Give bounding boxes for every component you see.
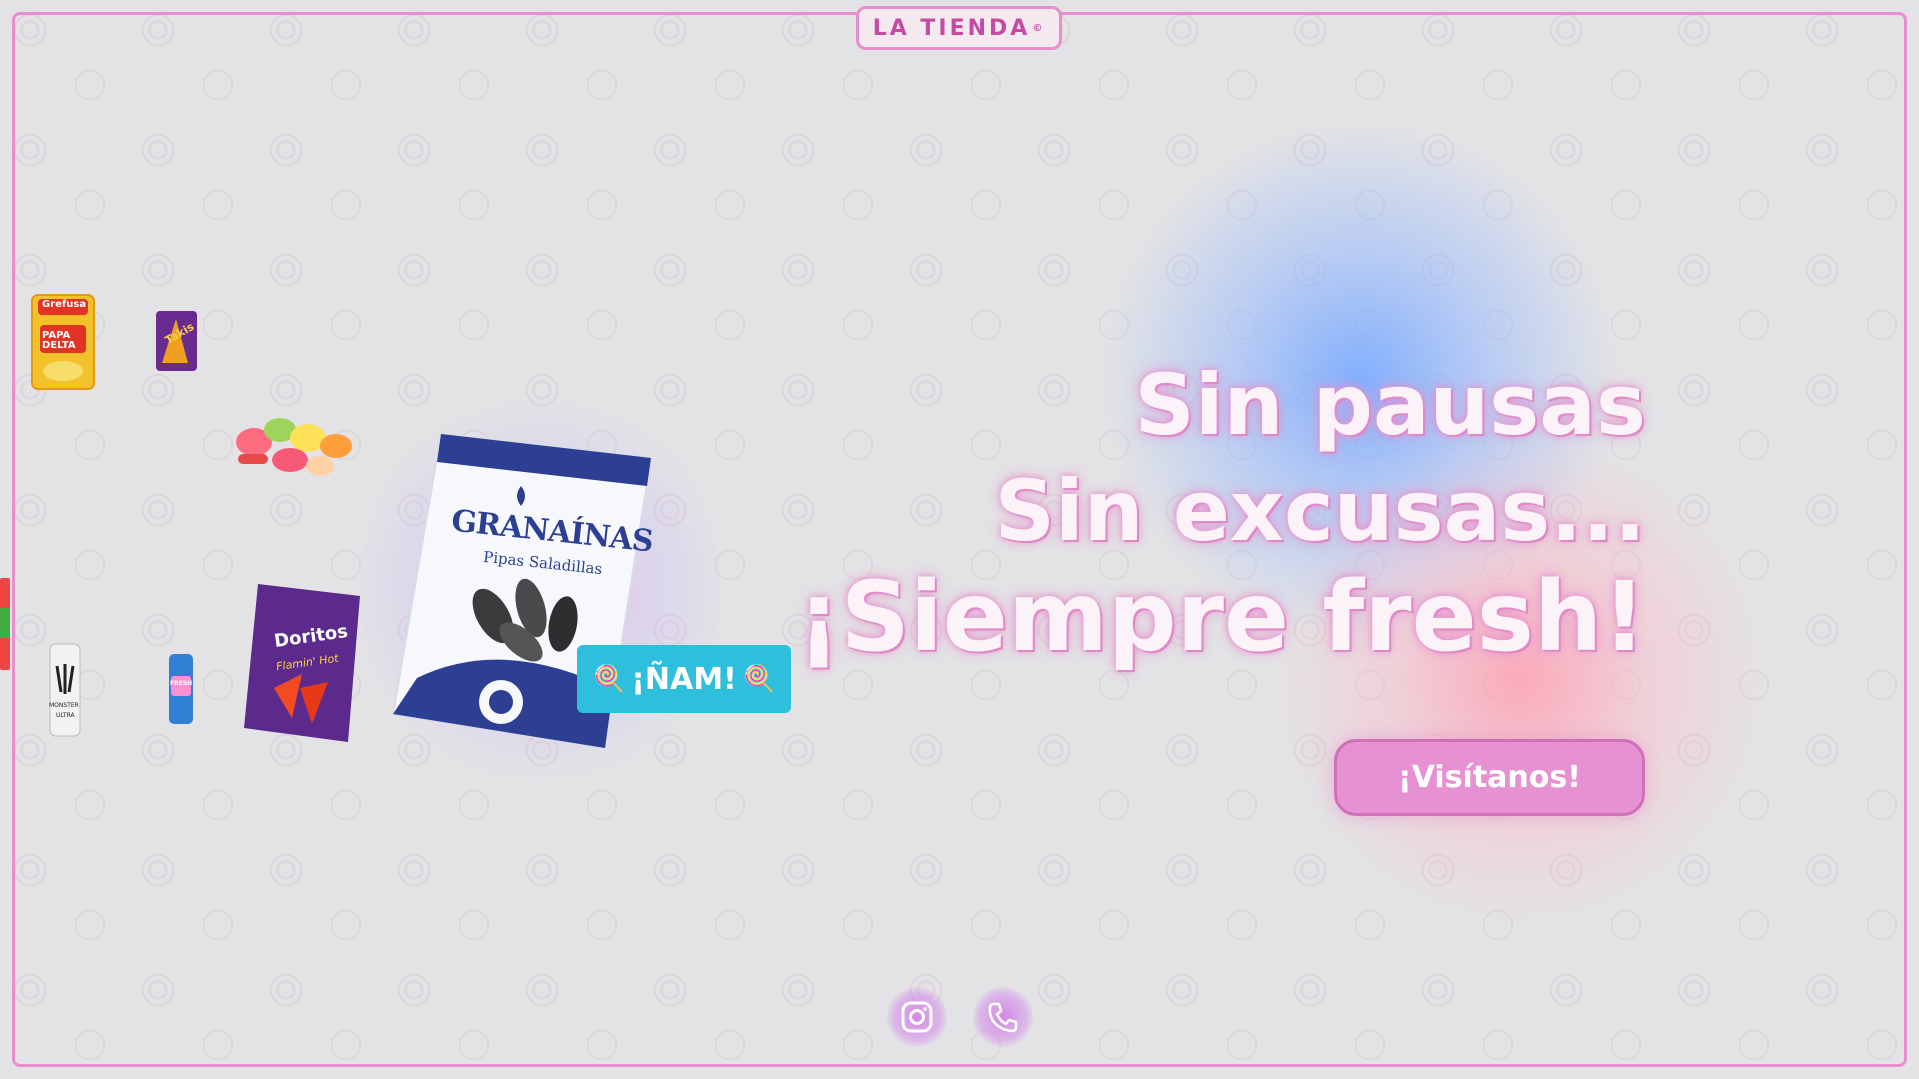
phone-link[interactable] [973, 987, 1033, 1047]
grefusa-papa-delta-bag: Grefusa PAPA DELTA [30, 293, 96, 391]
nam-button[interactable]: 🍭 ¡ÑAM! 🍭 [577, 645, 791, 713]
hero-headline: Sin pausas Sin excusas... ¡Siempre fresh… [797, 352, 1646, 670]
visit-us-button[interactable]: ¡Visítanos! [1334, 739, 1645, 816]
logo-mark: © [1032, 22, 1046, 34]
nam-label: ¡ÑAM! [631, 661, 737, 697]
lollipop-icon: 🍭 [742, 664, 776, 694]
doritos-bag: Doritos Flamin' Hot [240, 578, 366, 746]
fresh-name: FRESH [170, 680, 193, 687]
gummies-pile [224, 402, 370, 486]
hero-line-3: ¡Siempre fresh! [796, 561, 1646, 673]
grefusa-brand: Grefusa [42, 299, 87, 310]
logo-text: LA TIENDA [872, 15, 1031, 41]
monster-name: MONSTER [49, 702, 79, 709]
side-product-edge [0, 578, 10, 670]
fresh-can: FRESH [167, 652, 195, 726]
hero-line-1: Sin pausas [1134, 356, 1646, 454]
phone-icon [988, 1002, 1018, 1033]
hero-line-2: Sin excusas... [994, 462, 1647, 560]
takis-bag: Takis [154, 309, 199, 373]
monster-sub: ULTRA [56, 712, 75, 719]
grefusa-name: PAPA DELTA [42, 330, 76, 351]
monster-can: MONSTER ULTRA [48, 642, 82, 738]
instagram-icon [901, 1001, 933, 1033]
site-logo[interactable]: LA TIENDA © [856, 6, 1062, 50]
instagram-link[interactable] [887, 987, 947, 1047]
lollipop-icon: 🍭 [592, 664, 626, 694]
